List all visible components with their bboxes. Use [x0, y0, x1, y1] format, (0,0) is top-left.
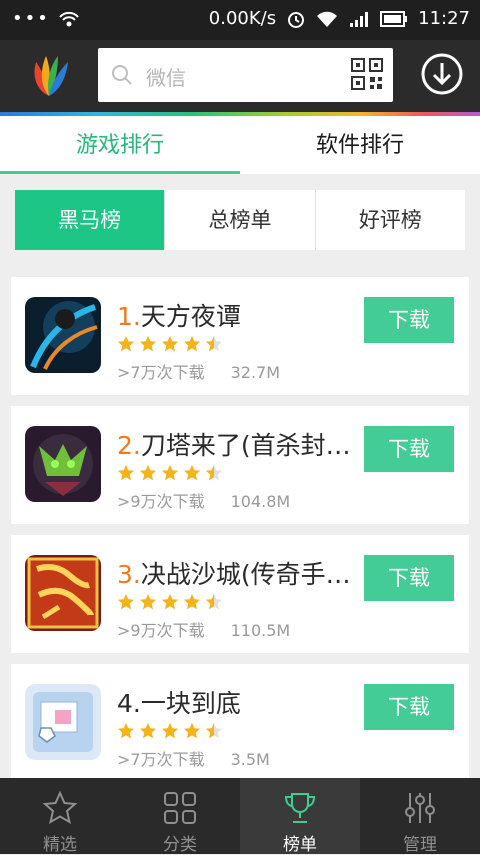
app-header: 微信 [0, 40, 480, 112]
app-title: 2.刀塔来了(首杀封… [117, 426, 359, 462]
nav-label: 精选 [43, 835, 77, 855]
star-icon [162, 465, 178, 481]
nav-category[interactable]: 分类 [120, 778, 240, 855]
ranking-tabs: 游戏排行 软件排行 [0, 116, 480, 174]
download-button[interactable]: 下载 [364, 684, 454, 730]
app-icon [25, 684, 101, 760]
clock: 11:27 [418, 8, 470, 29]
star-icon [118, 465, 134, 481]
star-icon [206, 594, 222, 610]
search-box[interactable]: 微信 [98, 48, 393, 102]
star-icon [140, 336, 156, 352]
segment-overall[interactable]: 总榜单 [164, 190, 314, 250]
star-icon [140, 465, 156, 481]
nav-label: 分类 [163, 835, 197, 855]
trophy-icon [284, 793, 316, 823]
app-name: 一块到底 [140, 689, 241, 718]
rating-stars [117, 593, 223, 611]
star-icon [206, 723, 222, 739]
star-icon [140, 594, 156, 610]
star-icon [118, 723, 134, 739]
star-icon [162, 723, 178, 739]
nav-label: 榜单 [283, 835, 317, 855]
star-icon [118, 336, 134, 352]
list-item[interactable]: 3.决战沙城(传奇手… >9万次下载 110.5M 下载 [11, 535, 469, 653]
signal-icon [350, 11, 369, 27]
battery-icon [380, 10, 408, 27]
status-right: 0.00K/s 11:27 [209, 8, 470, 29]
star-icon [140, 723, 156, 739]
list-item[interactable]: 2.刀塔来了(首杀封… >9万次下载 104.8M 下载 [11, 406, 469, 524]
file-size: 104.8M [230, 492, 291, 511]
star-outline-icon [42, 790, 78, 825]
star-icon [184, 465, 200, 481]
app-name: 决战沙城(传奇手… [140, 560, 351, 589]
app-meta: >9万次下载 104.8M [117, 488, 290, 512]
segment-dark-horse[interactable]: 黑马榜 [15, 190, 165, 250]
download-count: >9万次下载 [117, 492, 205, 511]
list-type-selector: 黑马榜 总榜单 好评榜 [15, 190, 465, 250]
nav-manage[interactable]: 管理 [360, 778, 480, 855]
tab-software-ranking[interactable]: 软件排行 [240, 116, 480, 174]
star-icon [184, 594, 200, 610]
qr-code-icon[interactable] [351, 58, 383, 90]
app-icon [25, 426, 101, 502]
segment-top-rated[interactable]: 好评榜 [314, 190, 465, 250]
download-button[interactable]: 下载 [364, 555, 454, 601]
star-icon [184, 723, 200, 739]
app-meta: >7万次下载 3.5M [117, 746, 270, 770]
rating-stars [117, 335, 223, 353]
file-size: 3.5M [230, 750, 270, 769]
download-count: >7万次下载 [117, 363, 205, 382]
file-size: 110.5M [230, 621, 291, 640]
file-size: 32.7M [230, 363, 281, 382]
nav-ranking[interactable]: 榜单 [240, 778, 360, 855]
list-item[interactable]: 4.一块到底 >7万次下载 3.5M 下载 [11, 664, 469, 782]
rating-stars [117, 722, 223, 740]
app-title: 4.一块到底 [117, 684, 359, 720]
list-item[interactable]: 1.天方夜谭 >7万次下载 32.7M 下载 [11, 277, 469, 395]
nav-featured[interactable]: 精选 [0, 778, 120, 855]
more-dots-icon: ••• [12, 8, 50, 29]
grid-icon [164, 792, 196, 824]
status-bar: ••• 0.00K/s 11:27 [0, 0, 480, 40]
star-icon [118, 594, 134, 610]
app-logo-icon [34, 56, 68, 96]
tab-game-ranking[interactable]: 游戏排行 [0, 116, 240, 174]
download-count: >9万次下载 [117, 621, 205, 640]
star-icon [206, 465, 222, 481]
rank-number: 1. [117, 302, 141, 331]
rank-number: 4. [117, 689, 141, 718]
app-icon [25, 555, 101, 631]
app-meta: >9万次下载 110.5M [117, 617, 290, 641]
app-meta: >7万次下载 32.7M [117, 359, 280, 383]
download-button[interactable]: 下载 [364, 426, 454, 472]
rank-number: 3. [117, 560, 141, 589]
rating-stars [117, 464, 223, 482]
app-icon [25, 297, 101, 373]
star-icon [206, 336, 222, 352]
wifi-icon [317, 11, 338, 27]
alarm-icon [288, 11, 305, 28]
download-manager-icon[interactable] [420, 52, 464, 96]
app-name: 刀塔来了(首杀封… [140, 431, 351, 460]
nav-label: 管理 [403, 835, 437, 855]
wifi-share-icon [59, 11, 79, 26]
app-title: 3.决战沙城(传奇手… [117, 555, 359, 591]
network-speed: 0.00K/s [208, 8, 277, 29]
rank-number: 2. [117, 431, 141, 460]
star-icon [162, 336, 178, 352]
download-button[interactable]: 下载 [364, 297, 454, 343]
app-name: 天方夜谭 [140, 302, 241, 331]
sliders-icon [405, 793, 435, 823]
star-icon [184, 336, 200, 352]
search-input[interactable]: 微信 [146, 62, 186, 91]
search-icon [112, 65, 132, 85]
app-title: 1.天方夜谭 [117, 297, 359, 333]
status-left: ••• [12, 8, 80, 29]
download-count: >7万次下载 [117, 750, 205, 769]
star-icon [162, 594, 178, 610]
bottom-nav: 精选 分类 榜单 管理 [0, 778, 480, 855]
